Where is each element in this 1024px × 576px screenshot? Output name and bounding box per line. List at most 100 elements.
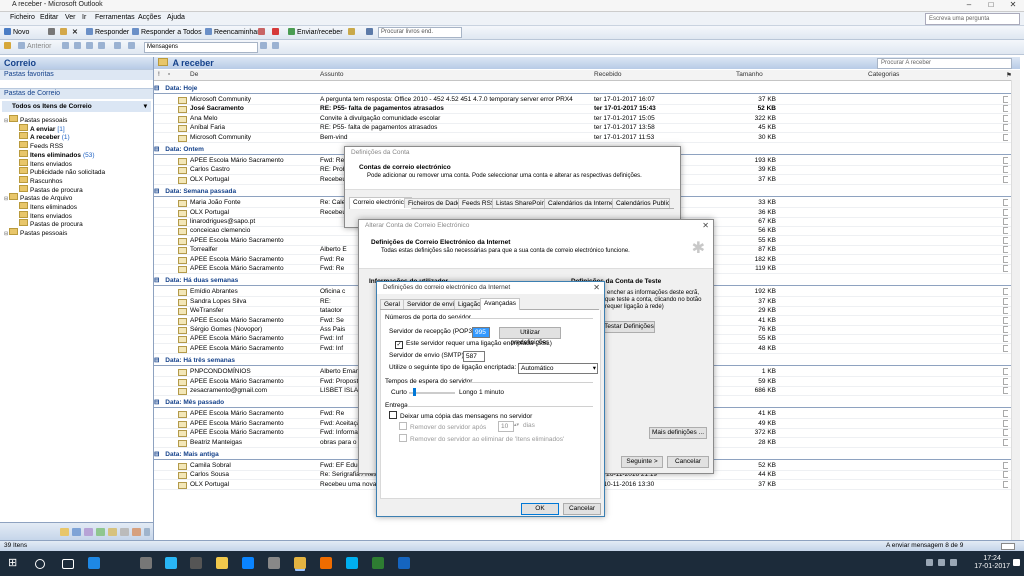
flag-icon[interactable] [1003, 387, 1008, 394]
shortcuts-icon[interactable] [132, 528, 141, 536]
flag-column-icon[interactable]: ⚑ [1006, 71, 1012, 79]
calculator-icon[interactable] [140, 557, 152, 569]
timeout-slider-thumb[interactable] [413, 388, 416, 396]
send-receive-button[interactable]: Enviar/receber [288, 28, 343, 36]
reply-button[interactable]: Responder [86, 28, 129, 36]
network-icon[interactable] [938, 559, 945, 566]
help-search-input[interactable]: Escreva uma pergunta [925, 13, 1020, 25]
outlook-today-icon[interactable] [4, 42, 13, 50]
cancel-button[interactable]: Cancelar [563, 503, 601, 515]
folder-item[interactable]: Itens enviados [14, 158, 72, 168]
search-address-books-input[interactable]: Procurar livros end. [378, 27, 462, 38]
address-book-icon[interactable] [366, 28, 375, 36]
app4-icon[interactable] [372, 557, 384, 569]
flag-icon[interactable] [1003, 344, 1008, 352]
flag-icon[interactable] [1003, 246, 1008, 254]
flag-icon[interactable] [1003, 471, 1008, 479]
close-button[interactable]: ✕ [1002, 0, 1024, 11]
collapse-icon[interactable]: ⊟ [154, 451, 161, 458]
categorize-icon[interactable] [258, 28, 267, 36]
column-from[interactable]: De [190, 71, 198, 78]
menu-ferramentas[interactable]: Ferramentas [95, 14, 135, 21]
flag-icon[interactable] [1003, 166, 1008, 174]
next-button[interactable]: Seguinte > [621, 456, 663, 468]
remove-deleted-checkbox[interactable]: Remover do servidor ao eliminar de 'Iten… [399, 434, 564, 443]
outgoing-port-input[interactable]: 587 [463, 351, 485, 362]
find-icon[interactable] [348, 28, 357, 36]
store-icon[interactable] [242, 557, 254, 569]
more-settings-button[interactable]: Mais definições ... [649, 427, 707, 439]
app-icon[interactable] [165, 557, 177, 569]
ok-button[interactable]: OK [521, 503, 559, 515]
stop-icon[interactable] [74, 42, 83, 50]
flag-icon[interactable] [1003, 105, 1008, 113]
search-icon[interactable] [35, 559, 45, 569]
flag-icon[interactable] [1003, 227, 1008, 235]
flag-icon[interactable] [1003, 462, 1008, 469]
flag-icon[interactable] [1003, 255, 1008, 263]
flag-icon[interactable] [1003, 368, 1008, 376]
incoming-port-input[interactable]: 995 [472, 327, 490, 338]
collapse-icon[interactable]: ⊟ [154, 146, 161, 153]
folder-item[interactable]: Feeds RSS [14, 141, 63, 150]
mail-icon[interactable] [60, 528, 69, 536]
volume-icon[interactable] [950, 559, 957, 566]
column-size[interactable]: Tamanho [736, 71, 763, 78]
minimize-button[interactable]: – [958, 0, 980, 11]
flag-icon[interactable] [1003, 326, 1008, 333]
delete-icon[interactable]: ✕ [72, 28, 78, 36]
days-input[interactable]: 10 [498, 421, 514, 432]
flag-icon[interactable] [1003, 316, 1008, 324]
flag-icon[interactable] [1003, 157, 1008, 164]
flag-icon[interactable] [1003, 133, 1008, 141]
calendar-icon[interactable] [72, 528, 81, 536]
close-icon[interactable]: ✕ [702, 220, 709, 232]
test-settings-button[interactable]: Testar Definições da conta ... [603, 321, 655, 333]
tab-email[interactable]: Correio electrónico [349, 197, 412, 209]
task-view-icon[interactable] [62, 559, 74, 569]
leave-copy-checkbox[interactable]: Deixar uma cópia das mensagens no servid… [389, 411, 532, 420]
tab-published-calendars[interactable]: Calendários Publica [612, 198, 670, 208]
menu-accoes[interactable]: Acções [138, 14, 161, 21]
column-subject[interactable]: Assunto [320, 71, 344, 78]
flag-icon[interactable] [1003, 96, 1008, 103]
skype-icon[interactable] [346, 557, 358, 569]
ssl-checkbox[interactable]: ✓ Este servidor requer uma ligação encrip… [395, 340, 552, 349]
collapse-icon[interactable]: ⊟ [154, 188, 161, 195]
menu-ajuda[interactable]: Ajuda [167, 14, 185, 21]
search-folder-input[interactable]: Procurar A receber [877, 58, 1012, 69]
message-row[interactable]: Microsoft Community Bem-vind ter 17-01-201… [154, 133, 1020, 143]
collapse-icon[interactable]: ⊟ [154, 399, 161, 406]
flag-icon[interactable] [1003, 438, 1008, 446]
firefox-icon[interactable] [320, 557, 332, 569]
folder-item[interactable]: ⊟ Pastas pessoais [4, 115, 67, 124]
new-button[interactable]: Novo [4, 28, 29, 36]
menu-ir[interactable]: Ir [82, 14, 86, 21]
flag-icon[interactable] [1003, 236, 1008, 244]
folder-item[interactable]: Itens eliminados (53) [14, 149, 95, 159]
forward-nav-icon[interactable] [62, 42, 71, 50]
edge-icon[interactable] [88, 557, 100, 569]
back-button[interactable]: Anterior [18, 42, 52, 50]
tab-outgoing-server[interactable]: Servidor de envio [403, 299, 462, 309]
tab-general[interactable]: Geral [380, 299, 404, 309]
outlook-icon[interactable] [294, 557, 306, 569]
flag-icon[interactable] [1003, 410, 1008, 418]
tray-chevron-icon[interactable] [926, 559, 933, 566]
days-spinner-icon[interactable]: ▴▾ [514, 422, 519, 428]
favorites-header[interactable]: Pastas favoritas [0, 69, 153, 80]
move-icon[interactable] [60, 28, 69, 36]
column-categories[interactable]: Categorias [868, 71, 899, 78]
forward-button[interactable]: Reencaminhar [205, 28, 260, 36]
collapse-icon[interactable]: ⊟ [154, 357, 161, 364]
folder-item[interactable]: Publicidade não solicitada [14, 167, 105, 176]
encryption-select[interactable]: Automático ▾ [518, 363, 598, 374]
contacts-icon[interactable] [84, 528, 93, 536]
flag-icon[interactable] [1003, 288, 1008, 296]
close-icon[interactable]: ✕ [593, 282, 600, 294]
column-received[interactable]: Recebido [594, 71, 621, 78]
app2-icon[interactable] [190, 557, 202, 569]
refresh-icon[interactable] [86, 42, 95, 50]
folder-list-icon[interactable] [120, 528, 129, 536]
flag-icon[interactable] [1003, 199, 1008, 207]
